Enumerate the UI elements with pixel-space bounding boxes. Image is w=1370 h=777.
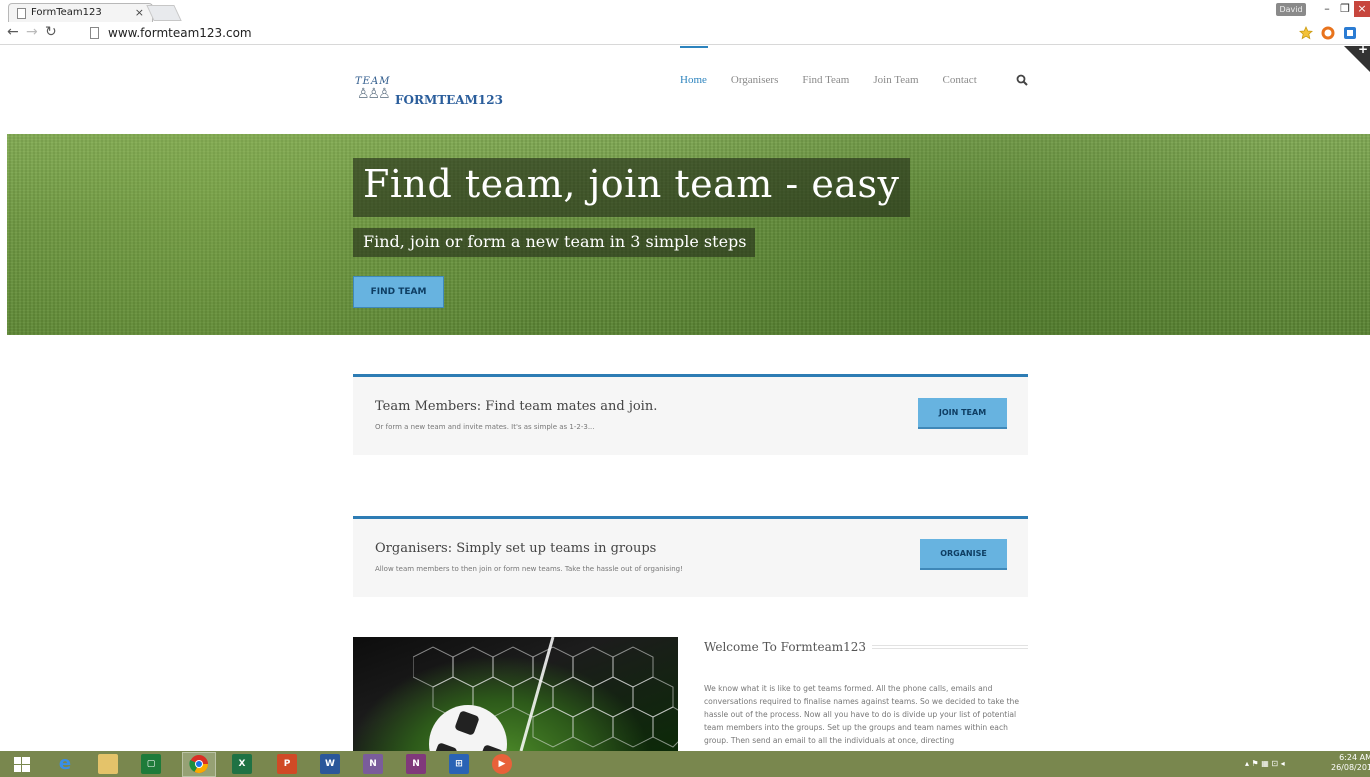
logo-figures-icon: ♙♙♙ <box>357 86 391 102</box>
page-icon <box>90 27 99 39</box>
nav-contact[interactable]: Contact <box>943 74 977 86</box>
windows-start-icon[interactable] <box>14 757 30 772</box>
heading-divider <box>872 645 1028 649</box>
restore-button[interactable]: ❐ <box>1336 1 1354 17</box>
nav-join-team[interactable]: Join Team <box>873 74 918 86</box>
forward-icon[interactable]: → <box>26 24 38 40</box>
page-icon <box>17 8 26 19</box>
search-icon[interactable] <box>1016 74 1028 86</box>
hero-title: Find team, join team - easy <box>353 158 911 217</box>
extension-blue-icon[interactable] <box>1343 26 1357 40</box>
file-explorer-icon[interactable] <box>98 754 118 774</box>
main-nav: Home Organisers Find Team Join Team Cont… <box>680 46 1001 86</box>
chrome-icon[interactable] <box>189 754 209 774</box>
plus-icon[interactable]: + <box>1358 42 1368 56</box>
browser-tabstrip: FormTeam123 × David – ❐ × <box>0 0 1370 22</box>
welcome-heading: Welcome To Formteam123 <box>704 640 867 654</box>
back-icon[interactable]: ← <box>7 24 19 40</box>
url-text: www.formteam123.com <box>108 26 252 40</box>
clock-date: 26/08/201 <box>1331 763 1370 772</box>
site-header: TEAM ♙♙♙ FORMTEAM123 Home Organisers Fin… <box>0 42 1370 134</box>
reload-icon[interactable]: ↻ <box>45 24 57 40</box>
cta-team-members: Team Members: Find team mates and join. … <box>353 374 1028 455</box>
cta-organisers: Organisers: Simply set up teams in group… <box>353 516 1028 597</box>
word-icon[interactable]: W <box>320 754 340 774</box>
find-team-button[interactable]: FIND TEAM <box>353 276 444 308</box>
address-bar[interactable]: www.formteam123.com <box>84 25 1294 42</box>
nav-find-team[interactable]: Find Team <box>802 74 849 86</box>
tab-title: FormTeam123 <box>31 7 102 18</box>
powerpoint-icon[interactable]: P <box>277 754 297 774</box>
cta-members-desc: Or form a new team and invite mates. It'… <box>375 423 595 431</box>
app-grid-icon[interactable]: ⊞ <box>449 754 469 774</box>
extension-ring-icon[interactable] <box>1321 26 1335 40</box>
onenote-icon[interactable]: N <box>406 754 426 774</box>
excel-icon[interactable]: X <box>232 754 252 774</box>
organise-button[interactable]: ORGANISE <box>920 539 1007 570</box>
minimize-button[interactable]: – <box>1318 1 1336 17</box>
internet-explorer-icon[interactable]: e <box>55 754 75 774</box>
browser-tab[interactable]: FormTeam123 × <box>8 3 153 22</box>
taskbar-clock[interactable]: 6:24 AM 26/08/201 <box>1331 753 1370 773</box>
football-net-image <box>353 637 678 751</box>
hero-subtitle: Find, join or form a new team in 3 simpl… <box>353 228 755 257</box>
tab-close-icon[interactable]: × <box>135 6 144 19</box>
cta-organisers-desc: Allow team members to then join or form … <box>375 565 683 573</box>
profile-badge[interactable]: David <box>1276 3 1306 16</box>
system-tray[interactable]: ▴ ⚑ ▦ ⊡ ◂ <box>1245 759 1285 768</box>
onenote-alt-icon[interactable]: N <box>363 754 383 774</box>
clock-time: 6:24 AM <box>1339 753 1370 762</box>
cta-organisers-title: Organisers: Simply set up teams in group… <box>375 541 657 556</box>
windows-taskbar: e ▢ X P W N N ⊞ ▶ ▴ ⚑ ▦ ⊡ ◂ 6:24 AM 26/0… <box>0 751 1370 777</box>
logo-name: FORMTEAM123 <box>395 93 503 107</box>
cta-members-title: Team Members: Find team mates and join. <box>375 399 658 414</box>
nav-organisers[interactable]: Organisers <box>731 74 778 86</box>
nav-home[interactable]: Home <box>680 46 708 86</box>
welcome-body: We know what it is like to get teams for… <box>704 684 1020 745</box>
media-player-icon[interactable]: ▶ <box>492 754 512 774</box>
window-close-button[interactable]: × <box>1354 1 1370 17</box>
hero-banner: Find team, join team - easy Find, join o… <box>7 134 1370 335</box>
join-team-button[interactable]: JOIN TEAM <box>918 398 1007 429</box>
browser-toolbar: ← → ↻ www.formteam123.com <box>0 22 1370 45</box>
bookmark-star-icon[interactable] <box>1299 26 1313 40</box>
store-icon[interactable]: ▢ <box>141 754 161 774</box>
